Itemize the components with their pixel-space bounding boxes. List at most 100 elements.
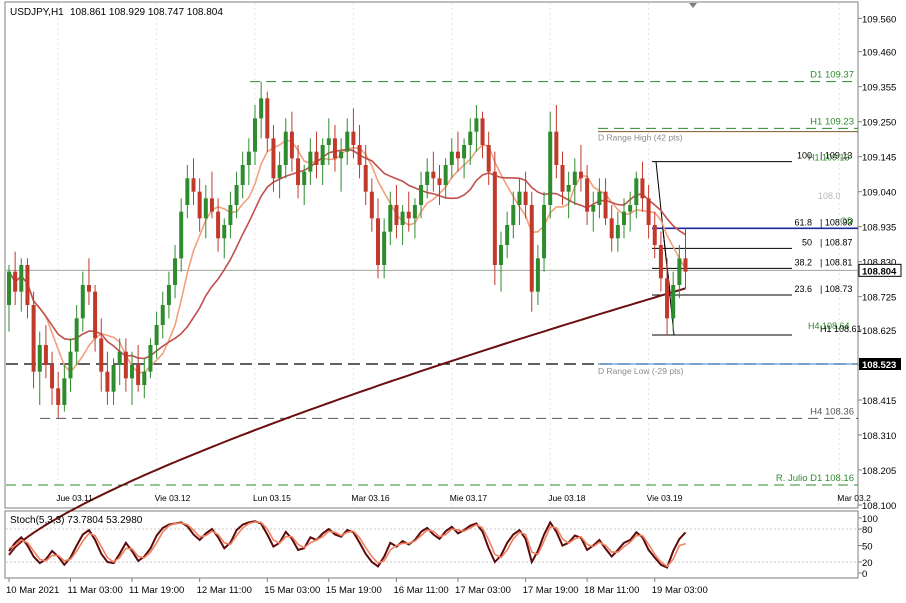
candle-body	[634, 178, 639, 205]
candle-body	[369, 191, 374, 219]
ohlc-readout: 108.861 108.929 108.747 108.804	[70, 7, 223, 18]
time-tick-label: 10 Mar 2021	[6, 585, 59, 596]
fibo-ratio-label: 50	[802, 237, 812, 247]
price-tick-label: 109.040	[862, 188, 896, 199]
osc-tick-label: 20	[862, 558, 873, 569]
candle-body	[646, 198, 651, 225]
candle-body	[591, 205, 596, 212]
candle-body	[511, 205, 516, 225]
day-label: Lun 03.15	[253, 493, 291, 503]
dashed-level-label: R. Julio D1 108.16	[776, 473, 854, 484]
candle-body	[185, 178, 190, 205]
candle-body	[228, 205, 233, 225]
price-tick-label: 108.415	[862, 396, 896, 407]
candle-body	[400, 211, 405, 225]
candle-body	[222, 225, 227, 239]
candle-body	[474, 118, 479, 132]
candle-body	[154, 325, 159, 345]
day-label: Mar 03.2	[837, 493, 871, 503]
osc-tick-label: 80	[862, 525, 873, 536]
candle-body	[542, 205, 547, 259]
candle-body	[93, 291, 98, 339]
price-tick-label: 109.355	[862, 83, 896, 94]
candle-body	[197, 191, 202, 219]
candle-body	[277, 165, 282, 179]
candle-body	[314, 151, 319, 165]
candle-body	[191, 178, 196, 192]
candle-body	[253, 118, 257, 152]
time-tick-label: 17 Mar 03:00	[455, 585, 511, 596]
candle-body	[492, 171, 497, 265]
fibo-price-label: | 108.81	[820, 257, 852, 267]
candle-body	[111, 365, 116, 392]
dashed-level-label: H1 109.23	[810, 116, 854, 127]
candle-body	[296, 158, 301, 185]
candle-body	[283, 131, 288, 165]
time-tick-label: 15 Mar 19:00	[326, 585, 382, 596]
candle-body	[671, 285, 676, 319]
time-tick-label: 12 Mar 11:00	[197, 585, 252, 596]
day-label: Vie 03.19	[647, 493, 683, 503]
candle-body	[658, 245, 663, 279]
candle-body	[683, 258, 688, 272]
candle-body	[173, 258, 178, 285]
candle-body	[554, 131, 559, 165]
candle-body	[25, 265, 30, 305]
price-tick-label: 109.145	[862, 153, 896, 164]
overlay-label: 108.0	[818, 191, 841, 201]
candle-body	[265, 98, 270, 139]
candle-body	[480, 118, 485, 145]
candle-body	[499, 245, 503, 265]
candle-body	[209, 198, 214, 212]
candle-body	[13, 271, 18, 292]
osc-tick-label: 0	[862, 569, 867, 580]
candle-body	[240, 165, 245, 185]
candle-body	[615, 225, 620, 239]
day-label: Vie 03.12	[155, 493, 191, 503]
day-label: Mar 03.16	[351, 493, 390, 503]
candle-body	[382, 231, 387, 265]
chart-background	[0, 0, 906, 603]
candle-body	[31, 305, 36, 372]
candle-body	[640, 178, 645, 199]
trading-chart-window: D1 109.37 H1 109.23 H4 108.36 R. Julio D1 1…	[0, 0, 906, 603]
candle-body	[419, 185, 424, 205]
candle-body	[622, 211, 626, 225]
key-level-value: 108.523	[862, 360, 896, 371]
candle-body	[628, 205, 633, 212]
candle-body	[123, 351, 128, 379]
candle-body	[50, 365, 55, 389]
candle-body	[597, 191, 602, 205]
candle-body	[142, 371, 147, 385]
candle-body	[578, 171, 583, 179]
price-tick-label: 108.725	[862, 293, 896, 304]
candle-body	[517, 191, 522, 205]
candle-body	[246, 151, 251, 165]
time-tick-label: 17 Mar 19:00	[523, 585, 579, 596]
fibo-price-label: | 108.87	[820, 237, 852, 247]
candle-body	[130, 365, 134, 379]
candle-body	[271, 138, 276, 179]
candle-body	[529, 205, 534, 292]
candle-body	[74, 318, 79, 352]
time-tick-label: 19 Mar 03:00	[652, 585, 708, 596]
dashed-level-label: H4 108.36	[810, 406, 854, 417]
fibo-price-label: | 109.13	[820, 151, 852, 161]
dashed-level-label: D1 109.37	[810, 70, 854, 81]
osc-tick-label: 50	[862, 542, 873, 553]
candle-body	[449, 151, 454, 165]
price-tick-label: 109.460	[862, 48, 896, 59]
candle-body	[566, 185, 571, 192]
candle-body	[560, 165, 565, 192]
candle-body	[203, 198, 208, 219]
price-tick-label: 108.205	[862, 466, 896, 477]
fibo-ratio-label: 100	[797, 151, 812, 161]
candle-body	[148, 345, 153, 372]
candle-body	[56, 388, 61, 405]
price-tick-label: 108.935	[862, 223, 896, 234]
candle-body	[62, 378, 67, 405]
candle-body	[437, 178, 442, 185]
fibo-ratio-label: 23.6	[794, 284, 812, 294]
candle-body	[259, 98, 264, 119]
symbol-label: USDJPY,H1	[10, 7, 64, 18]
